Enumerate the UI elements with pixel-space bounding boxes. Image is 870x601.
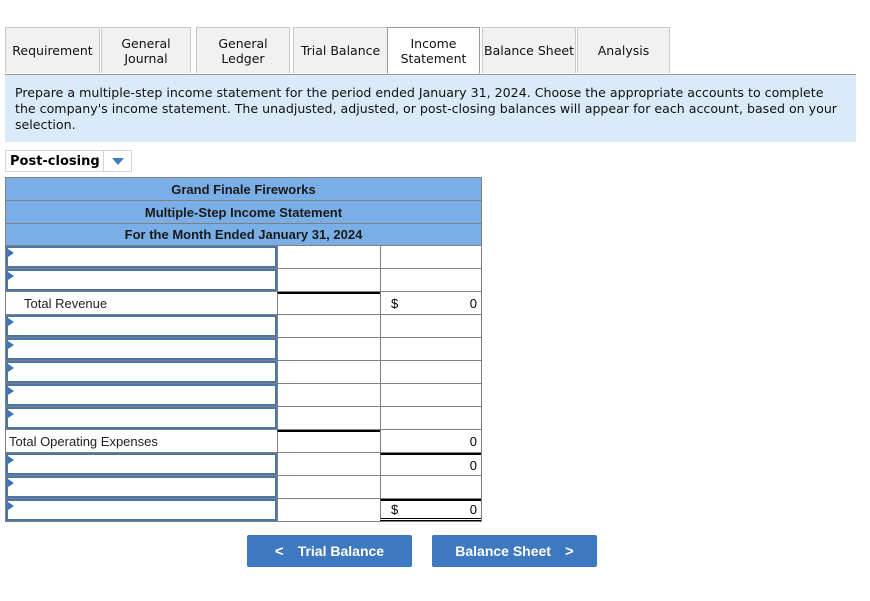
- chevron-right-icon: >: [564, 542, 574, 560]
- total-cell: [380, 476, 481, 498]
- account-select[interactable]: [6, 499, 277, 521]
- currency-symbol: $: [391, 502, 399, 517]
- chevron-down-icon[interactable]: [112, 157, 124, 165]
- table-row: [5, 384, 482, 407]
- table-row: [5, 269, 482, 292]
- tab-bar: Requirement General Journal General Ledg…: [5, 27, 856, 75]
- total-operating-expenses-label: Total Operating Expenses: [9, 433, 158, 449]
- table-row: [5, 338, 482, 361]
- amount-cell: [277, 361, 380, 383]
- total-cell: [380, 315, 481, 337]
- dropdown-selected-value: Post-closing: [10, 153, 100, 169]
- total-cell: [380, 338, 481, 360]
- table-row: [5, 361, 482, 384]
- tab-trial-balance[interactable]: Trial Balance: [293, 27, 388, 73]
- table-row: [5, 407, 482, 430]
- dropdown-indicator-icon: [8, 410, 14, 418]
- account-select[interactable]: [6, 407, 277, 429]
- amount-cell: [277, 476, 380, 498]
- total-operating-expenses-value: 0: [469, 433, 477, 449]
- table-row: 0: [5, 453, 482, 476]
- dropdown-indicator-icon: [8, 272, 14, 280]
- account-select[interactable]: [6, 384, 277, 406]
- total-cell: [380, 361, 481, 383]
- table-row: [5, 246, 482, 269]
- balance-type-dropdown[interactable]: Post-closing: [5, 150, 132, 172]
- account-select[interactable]: [6, 338, 277, 360]
- amount-cell: [277, 407, 380, 429]
- account-select[interactable]: [6, 269, 277, 291]
- amount-cell: [277, 499, 380, 521]
- amount-cell: [277, 453, 380, 475]
- next-button-label: Balance Sheet: [455, 543, 551, 559]
- total-revenue-label: Total Revenue: [24, 295, 108, 311]
- net-income-row: $ 0: [5, 499, 482, 522]
- total-revenue-row: Total Revenue $ 0: [5, 292, 482, 315]
- dropdown-divider: [103, 151, 104, 171]
- tab-income-statement[interactable]: Income Statement: [387, 27, 480, 74]
- account-select[interactable]: [6, 361, 277, 383]
- dropdown-indicator-icon: [8, 502, 14, 510]
- total-operating-expenses-row: Total Operating Expenses 0: [5, 430, 482, 453]
- total-revenue-value: 0: [469, 295, 477, 311]
- amount-cell: [277, 269, 380, 291]
- tab-general-journal[interactable]: General Journal: [101, 27, 191, 73]
- chevron-left-icon: <: [274, 542, 284, 560]
- total-cell: [380, 407, 481, 429]
- dropdown-indicator-icon: [8, 249, 14, 257]
- account-select[interactable]: [6, 315, 277, 337]
- dropdown-indicator-icon: [8, 318, 14, 326]
- total-cell: [380, 269, 481, 291]
- statement-period: For the Month Ended January 31, 2024: [5, 223, 482, 246]
- table-row: [5, 476, 482, 499]
- income-statement-table: Grand Finale Fireworks Multiple-Step Inc…: [5, 177, 482, 522]
- dropdown-indicator-icon: [8, 479, 14, 487]
- total-cell: [380, 246, 481, 268]
- tab-balance-sheet[interactable]: Balance Sheet: [482, 27, 576, 73]
- net-income-value: 0: [469, 502, 477, 517]
- currency-symbol: $: [391, 295, 399, 311]
- prev-trial-balance-button[interactable]: < Trial Balance: [247, 535, 412, 567]
- table-row: [5, 315, 482, 338]
- dropdown-indicator-icon: [8, 456, 14, 464]
- company-name: Grand Finale Fireworks: [5, 177, 482, 200]
- amount-cell: [277, 338, 380, 360]
- statement-title: Multiple-Step Income Statement: [5, 200, 482, 223]
- total-cell: [380, 384, 481, 406]
- dropdown-indicator-icon: [8, 364, 14, 372]
- amount-cell: [277, 246, 380, 268]
- amount-cell: [277, 384, 380, 406]
- dropdown-indicator-icon: [8, 341, 14, 349]
- instructions-text: Prepare a multiple-step income statement…: [5, 75, 856, 142]
- tab-analysis[interactable]: Analysis: [577, 27, 670, 73]
- tab-requirement[interactable]: Requirement: [5, 27, 100, 73]
- dropdown-indicator-icon: [8, 387, 14, 395]
- account-select[interactable]: [6, 246, 277, 268]
- amount-cell: [277, 292, 380, 314]
- prev-button-label: Trial Balance: [297, 543, 385, 559]
- amount-cell: [277, 315, 380, 337]
- account-select[interactable]: [6, 476, 277, 498]
- account-select[interactable]: [6, 453, 277, 475]
- operating-income-value: 0: [469, 457, 477, 473]
- next-balance-sheet-button[interactable]: Balance Sheet >: [432, 535, 597, 567]
- amount-cell: [277, 430, 380, 452]
- tab-general-ledger[interactable]: General Ledger: [196, 27, 290, 73]
